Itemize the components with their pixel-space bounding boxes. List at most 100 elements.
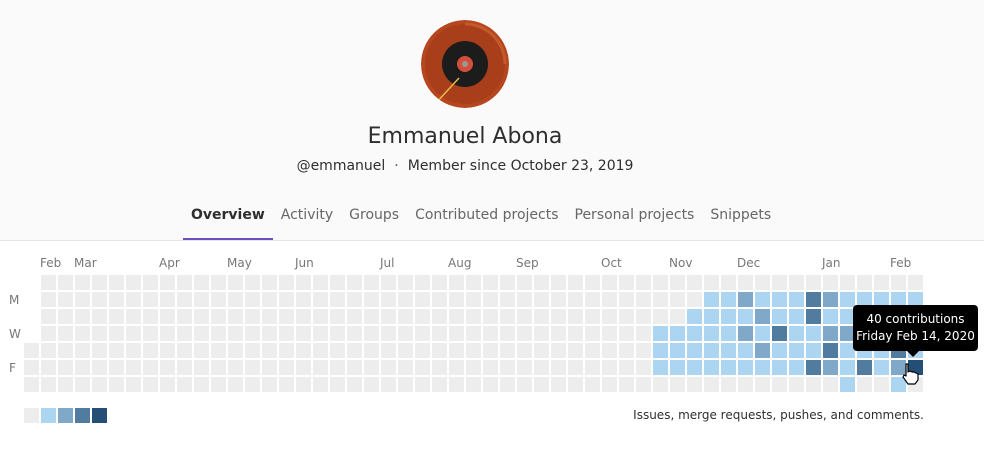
day-cell[interactable]: [806, 360, 821, 375]
day-cell[interactable]: [534, 292, 549, 307]
day-cell[interactable]: [313, 343, 328, 358]
day-cell[interactable]: [602, 275, 617, 290]
day-cell[interactable]: [585, 326, 600, 341]
day-cell[interactable]: [330, 377, 345, 392]
day-cell[interactable]: [755, 309, 770, 324]
day-cell[interactable]: [653, 326, 668, 341]
day-cell[interactable]: [517, 309, 532, 324]
day-cell[interactable]: [109, 309, 124, 324]
day-cell[interactable]: [704, 309, 719, 324]
day-cell[interactable]: [721, 326, 736, 341]
day-cell[interactable]: [517, 275, 532, 290]
day-cell[interactable]: [738, 326, 753, 341]
day-cell[interactable]: [92, 275, 107, 290]
day-cell[interactable]: [619, 360, 634, 375]
day-cell[interactable]: [551, 292, 566, 307]
day-cell[interactable]: [823, 377, 838, 392]
day-cell[interactable]: [347, 360, 362, 375]
day-cell[interactable]: [177, 343, 192, 358]
day-cell[interactable]: [483, 377, 498, 392]
day-cell[interactable]: [126, 343, 141, 358]
day-cell[interactable]: [313, 377, 328, 392]
day-cell[interactable]: [908, 275, 923, 290]
day-cell[interactable]: [41, 326, 56, 341]
day-cell[interactable]: [772, 377, 787, 392]
day-cell[interactable]: [874, 377, 889, 392]
day-cell[interactable]: [449, 309, 464, 324]
day-cell[interactable]: [262, 309, 277, 324]
day-cell[interactable]: [585, 275, 600, 290]
day-cell[interactable]: [126, 292, 141, 307]
day-cell[interactable]: [398, 343, 413, 358]
day-cell[interactable]: [41, 377, 56, 392]
day-cell[interactable]: [670, 326, 685, 341]
day-cell[interactable]: [687, 292, 702, 307]
day-cell[interactable]: [806, 326, 821, 341]
day-cell[interactable]: [24, 343, 39, 358]
day-cell[interactable]: [296, 360, 311, 375]
day-cell[interactable]: [500, 275, 515, 290]
day-cell[interactable]: [891, 275, 906, 290]
day-cell[interactable]: [24, 377, 39, 392]
day-cell[interactable]: [670, 275, 685, 290]
day-cell[interactable]: [619, 292, 634, 307]
day-cell[interactable]: [313, 360, 328, 375]
day-cell[interactable]: [347, 292, 362, 307]
day-cell[interactable]: [347, 377, 362, 392]
day-cell[interactable]: [551, 275, 566, 290]
day-cell[interactable]: [823, 326, 838, 341]
day-cell[interactable]: [704, 343, 719, 358]
day-cell[interactable]: [432, 309, 447, 324]
day-cell[interactable]: [364, 360, 379, 375]
day-cell[interactable]: [840, 292, 855, 307]
day-cell[interactable]: [772, 275, 787, 290]
day-cell[interactable]: [534, 343, 549, 358]
day-cell[interactable]: [398, 292, 413, 307]
day-cell[interactable]: [143, 360, 158, 375]
day-cell[interactable]: [449, 377, 464, 392]
day-cell[interactable]: [432, 360, 447, 375]
day-cell[interactable]: [330, 326, 345, 341]
day-cell[interactable]: [738, 292, 753, 307]
day-cell[interactable]: [551, 343, 566, 358]
day-cell[interactable]: [194, 360, 209, 375]
day-cell[interactable]: [126, 377, 141, 392]
day-cell[interactable]: [789, 343, 804, 358]
day-cell[interactable]: [364, 326, 379, 341]
day-cell[interactable]: [330, 343, 345, 358]
tab-activity[interactable]: Activity: [273, 206, 341, 240]
day-cell[interactable]: [857, 377, 872, 392]
day-cell[interactable]: [653, 292, 668, 307]
day-cell[interactable]: [636, 275, 651, 290]
day-cell[interactable]: [755, 292, 770, 307]
day-cell[interactable]: [483, 360, 498, 375]
day-cell[interactable]: [602, 309, 617, 324]
day-cell[interactable]: [279, 292, 294, 307]
day-cell[interactable]: [721, 309, 736, 324]
day-cell[interactable]: [143, 309, 158, 324]
day-cell[interactable]: [41, 292, 56, 307]
day-cell[interactable]: [619, 377, 634, 392]
day-cell[interactable]: [211, 343, 226, 358]
day-cell[interactable]: [211, 309, 226, 324]
day-cell[interactable]: [296, 275, 311, 290]
day-cell[interactable]: [330, 309, 345, 324]
day-cell[interactable]: [160, 360, 175, 375]
day-cell[interactable]: [296, 326, 311, 341]
day-cell[interactable]: [789, 309, 804, 324]
day-cell[interactable]: [415, 292, 430, 307]
day-cell[interactable]: [228, 309, 243, 324]
day-cell[interactable]: [58, 309, 73, 324]
day-cell[interactable]: [772, 292, 787, 307]
day-cell[interactable]: [449, 343, 464, 358]
day-cell[interactable]: [670, 292, 685, 307]
day-cell[interactable]: [755, 275, 770, 290]
day-cell[interactable]: [636, 377, 651, 392]
day-cell[interactable]: [177, 292, 192, 307]
day-cell[interactable]: [262, 275, 277, 290]
day-cell[interactable]: [245, 275, 260, 290]
day-cell[interactable]: [670, 377, 685, 392]
day-cell[interactable]: [619, 343, 634, 358]
day-cell[interactable]: [75, 326, 90, 341]
day-cell[interactable]: [245, 360, 260, 375]
